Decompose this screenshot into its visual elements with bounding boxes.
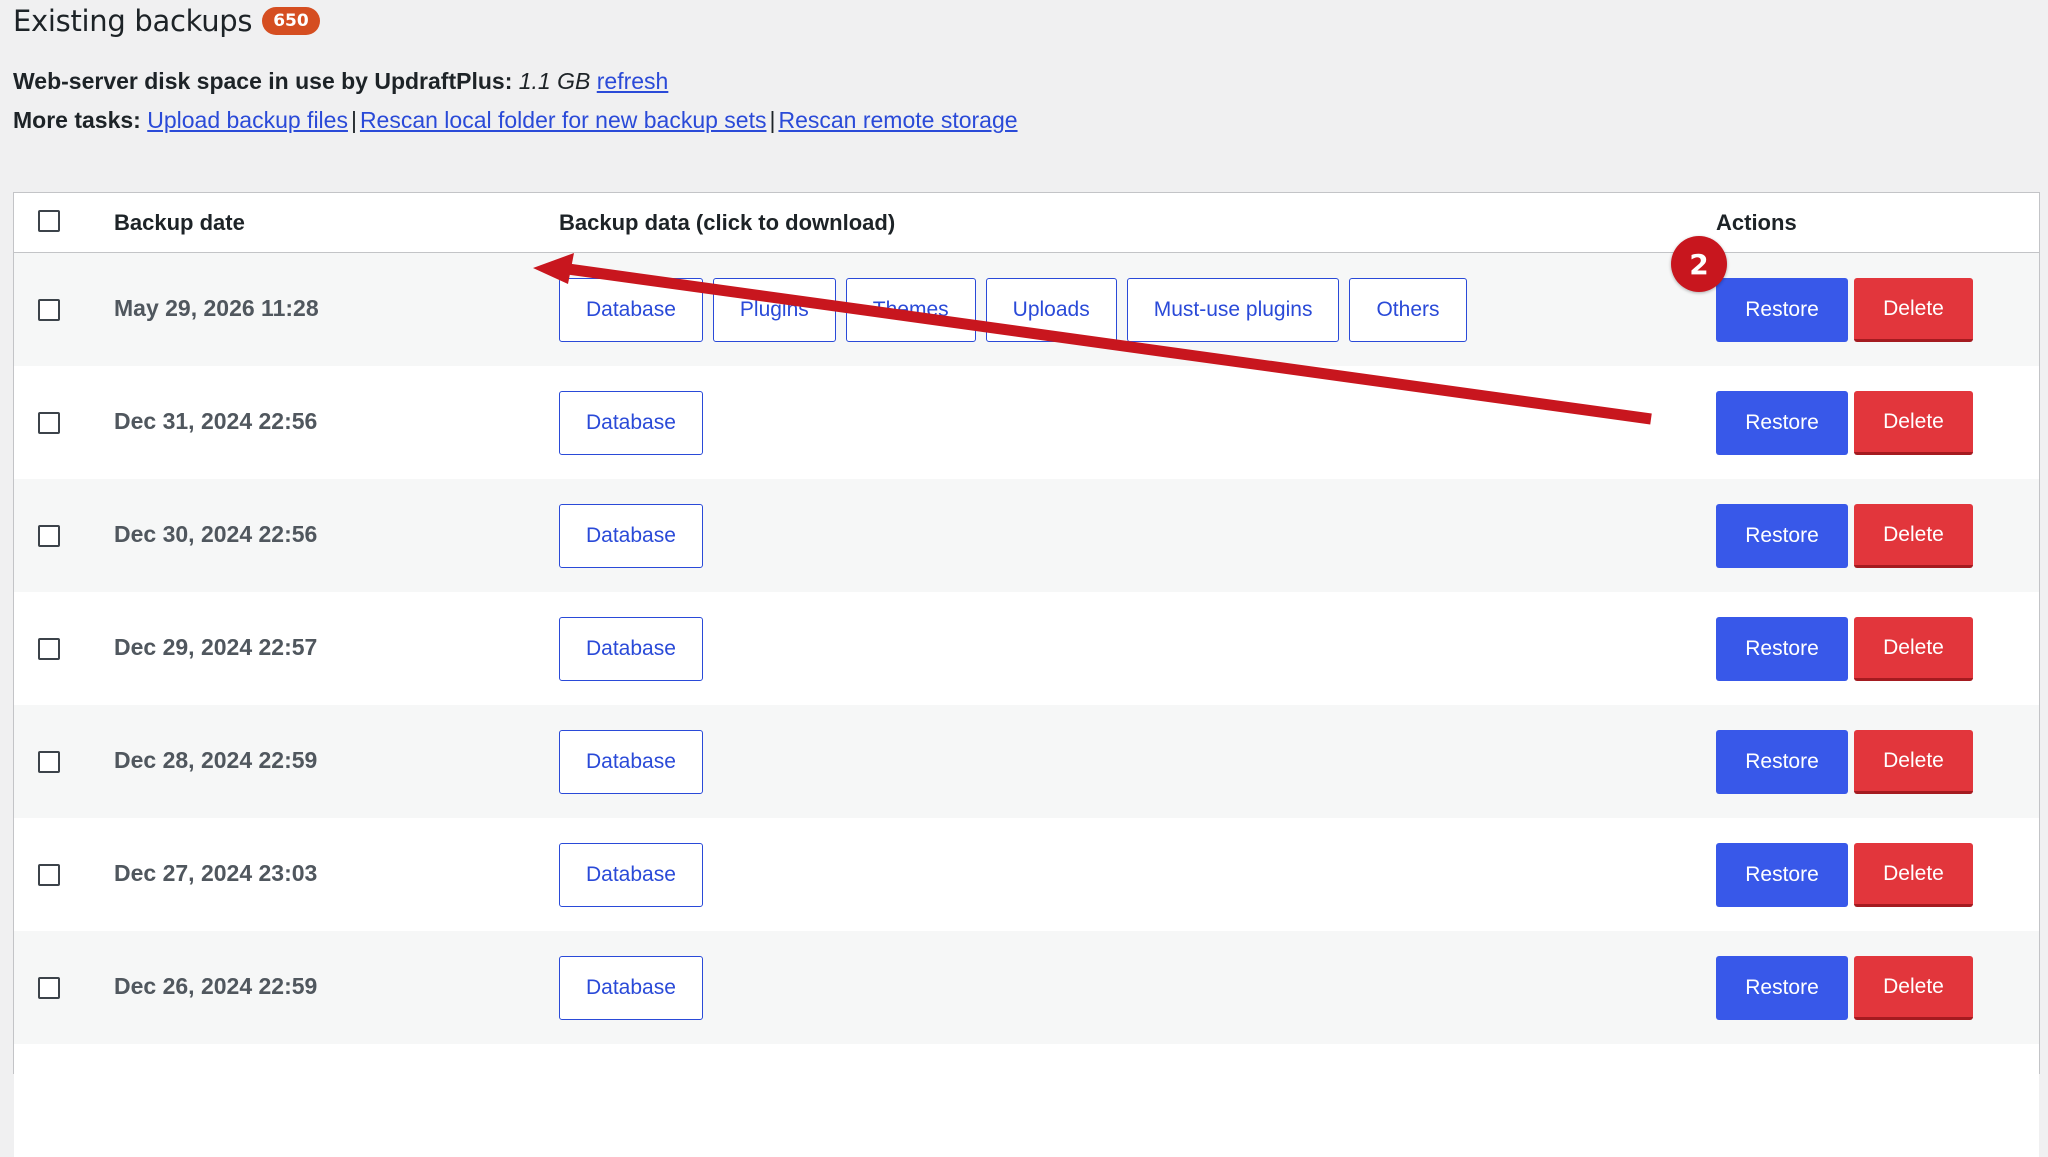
column-header-actions: Actions [1716, 210, 1797, 235]
row-actions: Restore Delete [1716, 730, 1973, 794]
upload-backup-files-link[interactable]: Upload backup files [147, 107, 348, 133]
delete-button[interactable]: Delete [1854, 730, 1973, 794]
download-must-use-plugins-button[interactable]: Must-use plugins [1126, 278, 1340, 342]
row-select-checkbox[interactable] [38, 977, 60, 999]
more-tasks-label: More tasks: [13, 107, 141, 133]
row-select-checkbox[interactable] [38, 412, 60, 434]
restore-button[interactable]: Restore [1716, 391, 1848, 455]
delete-button[interactable]: Delete [1854, 391, 1973, 455]
table-row: Dec 31, 2024 22:56 Database Restore Delete [14, 366, 2039, 479]
column-header-date: Backup date [114, 210, 245, 235]
disk-usage-value: 1.1 GB [518, 68, 591, 94]
table-row: Dec 26, 2024 22:59 Database Restore Delete [14, 931, 2039, 1044]
link-separator: | [769, 107, 776, 133]
download-others-button[interactable]: Others [1349, 278, 1467, 342]
backup-date: Dec 31, 2024 22:56 [114, 408, 318, 434]
download-database-button[interactable]: Database [559, 504, 703, 568]
backup-date: Dec 29, 2024 22:57 [114, 634, 318, 660]
backup-date: Dec 28, 2024 22:59 [114, 747, 318, 773]
backup-count-badge: 650 [262, 7, 320, 35]
disk-usage-label: Web-server disk space in use by UpdraftP… [13, 68, 513, 94]
backup-data-buttons: Database [559, 504, 703, 568]
download-database-button[interactable]: Database [559, 391, 703, 455]
rescan-remote-storage-link[interactable]: Rescan remote storage [778, 107, 1017, 133]
download-plugins-button[interactable]: Plugins [712, 278, 836, 342]
backup-data-buttons: Database Plugins Themes Uploads Must-use plu… [559, 278, 1467, 342]
restore-button[interactable]: Restore [1716, 730, 1848, 794]
backup-date: May 29, 2026 11:28 [114, 295, 319, 321]
backup-data-buttons: Database [559, 843, 703, 907]
link-separator: | [350, 107, 357, 133]
row-actions: Restore Delete [1716, 391, 1973, 455]
section-heading: Existing backups 650 [13, 4, 320, 38]
download-database-button[interactable]: Database [559, 843, 703, 907]
restore-button[interactable]: Restore [1716, 843, 1848, 907]
table-row: Dec 27, 2024 23:03 Database Restore Delete [14, 818, 2039, 931]
row-select-checkbox[interactable] [38, 864, 60, 886]
backup-date: Dec 26, 2024 22:59 [114, 973, 318, 999]
row-select-checkbox[interactable] [38, 299, 60, 321]
select-all-checkbox[interactable] [38, 210, 60, 232]
disk-usage-line: Web-server disk space in use by UpdraftP… [13, 68, 668, 95]
delete-button[interactable]: Delete [1854, 956, 1973, 1020]
row-actions: Restore Delete [1716, 956, 1973, 1020]
download-database-button[interactable]: Database [559, 278, 703, 342]
table-header: Backup date Backup data (click to downlo… [14, 193, 2039, 253]
backup-date: Dec 30, 2024 22:56 [114, 521, 318, 547]
row-actions: Restore Delete [1716, 617, 1973, 681]
delete-button[interactable]: Delete [1854, 617, 1973, 681]
download-themes-button[interactable]: Themes [845, 278, 976, 342]
backup-data-buttons: Database [559, 617, 703, 681]
page-title: Existing backups [13, 4, 253, 38]
backup-data-buttons: Database [559, 730, 703, 794]
row-actions: Restore Delete [1716, 843, 1973, 907]
table-row: May 29, 2026 11:28 Database Plugins Themes U… [14, 253, 2039, 366]
delete-button[interactable]: Delete [1854, 278, 1973, 342]
download-database-button[interactable]: Database [559, 730, 703, 794]
delete-button[interactable]: Delete [1854, 843, 1973, 907]
backup-data-buttons: Database [559, 391, 703, 455]
annotation-step-badge: 2 [1671, 236, 1727, 292]
row-select-checkbox[interactable] [38, 751, 60, 773]
column-header-data: Backup data (click to download) [559, 210, 896, 235]
backup-date: Dec 27, 2024 23:03 [114, 860, 318, 886]
restore-button[interactable]: Restore [1716, 956, 1848, 1020]
row-actions: Restore Delete [1716, 504, 1973, 568]
restore-button[interactable]: Restore [1716, 617, 1848, 681]
backups-table: Backup date Backup data (click to downlo… [13, 192, 2040, 1157]
delete-button[interactable]: Delete [1854, 504, 1973, 568]
table-row: Dec 30, 2024 22:56 Database Restore Delete [14, 479, 2039, 592]
restore-button[interactable]: Restore [1716, 504, 1848, 568]
row-actions: Restore Delete [1716, 278, 1973, 342]
refresh-link[interactable]: refresh [597, 68, 669, 94]
rescan-local-folder-link[interactable]: Rescan local folder for new backup sets [360, 107, 767, 133]
table-row: Dec 28, 2024 22:59 Database Restore Delete [14, 705, 2039, 818]
table-row [14, 1044, 2039, 1157]
restore-button[interactable]: Restore [1716, 278, 1848, 342]
table-row: Dec 29, 2024 22:57 Database Restore Delete [14, 592, 2039, 705]
backup-data-buttons: Database [559, 956, 703, 1020]
download-database-button[interactable]: Database [559, 956, 703, 1020]
download-database-button[interactable]: Database [559, 617, 703, 681]
row-select-checkbox[interactable] [38, 525, 60, 547]
row-select-checkbox[interactable] [38, 638, 60, 660]
download-uploads-button[interactable]: Uploads [985, 278, 1117, 342]
more-tasks-line: More tasks: Upload backup files | Rescan l… [13, 107, 1018, 134]
